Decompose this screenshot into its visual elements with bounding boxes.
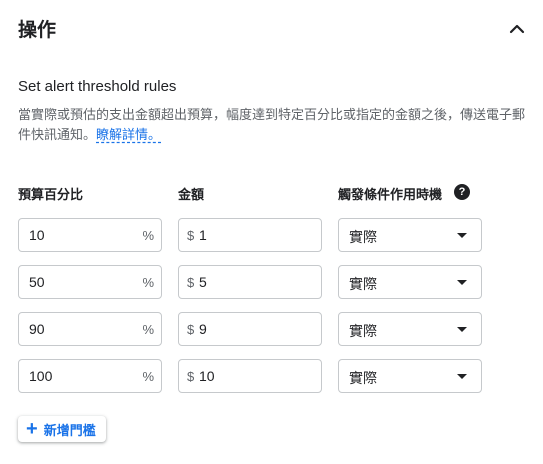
alert-rules-title: Set alert threshold rules bbox=[18, 78, 177, 95]
trigger-select[interactable]: 實際 bbox=[338, 312, 482, 346]
amount-value: 9 bbox=[199, 321, 207, 337]
percent-input[interactable]: 90% bbox=[18, 312, 162, 346]
percent-value: 50 bbox=[29, 274, 45, 290]
percent-suffix: % bbox=[142, 275, 154, 290]
add-threshold-button[interactable]: + 新增門檻 bbox=[18, 416, 106, 442]
amount-input[interactable]: $10 bbox=[178, 359, 322, 393]
trigger-value: 實際 bbox=[349, 229, 377, 245]
amount-value: 5 bbox=[199, 274, 207, 290]
section-header[interactable]: 操作 bbox=[0, 0, 543, 56]
dropdown-arrow-icon bbox=[457, 280, 467, 285]
trigger-value: 實際 bbox=[349, 370, 377, 386]
trigger-select[interactable]: 實際 bbox=[338, 265, 482, 299]
percent-value: 100 bbox=[29, 368, 53, 384]
amount-column-label: 金額 bbox=[178, 187, 205, 202]
learn-more-link[interactable]: 瞭解詳情。 bbox=[96, 127, 161, 142]
trigger-value: 實際 bbox=[349, 276, 377, 292]
description-text: 當實際或預估的支出金額超出預算，幅度達到特定百分比或指定的金額之後，傳送電子郵件… bbox=[18, 107, 526, 142]
percent-input[interactable]: 10% bbox=[18, 218, 162, 252]
currency-prefix: $ bbox=[187, 369, 195, 384]
trigger-value: 實際 bbox=[349, 323, 377, 339]
dropdown-arrow-icon bbox=[457, 327, 467, 332]
percent-input[interactable]: 100% bbox=[18, 359, 162, 393]
actions-panel: 操作 Set alert threshold rules 當實際或預估的支出金額… bbox=[0, 0, 543, 464]
dropdown-arrow-icon bbox=[457, 374, 467, 379]
percent-suffix: % bbox=[142, 322, 154, 337]
percent-suffix: % bbox=[142, 228, 154, 243]
trigger-column-label: 觸發條件作用時機 bbox=[338, 187, 443, 202]
percent-value: 10 bbox=[29, 227, 45, 243]
currency-prefix: $ bbox=[187, 275, 195, 290]
trigger-select[interactable]: 實際 bbox=[338, 359, 482, 393]
amount-value: 1 bbox=[199, 227, 207, 243]
currency-prefix: $ bbox=[187, 322, 195, 337]
section-title: 操作 bbox=[18, 20, 57, 41]
add-threshold-label: 新增門檻 bbox=[43, 422, 96, 438]
amount-input[interactable]: $1 bbox=[178, 218, 322, 252]
percent-suffix: % bbox=[142, 369, 154, 384]
help-icon[interactable]: ? bbox=[454, 184, 470, 200]
amount-input[interactable]: $9 bbox=[178, 312, 322, 346]
trigger-select[interactable]: 實際 bbox=[338, 218, 482, 252]
alert-description: 當實際或預估的支出金額超出預算，幅度達到特定百分比或指定的金額之後，傳送電子郵件… bbox=[18, 105, 530, 145]
currency-prefix: $ bbox=[187, 228, 195, 243]
amount-value: 10 bbox=[199, 368, 215, 384]
chevron-up-icon[interactable] bbox=[505, 17, 529, 41]
dropdown-arrow-icon bbox=[457, 233, 467, 238]
amount-input[interactable]: $5 bbox=[178, 265, 322, 299]
percent-input[interactable]: 50% bbox=[18, 265, 162, 299]
plus-icon: + bbox=[26, 418, 38, 440]
percent-value: 90 bbox=[29, 321, 45, 337]
percent-column-label: 預算百分比 bbox=[18, 187, 84, 202]
